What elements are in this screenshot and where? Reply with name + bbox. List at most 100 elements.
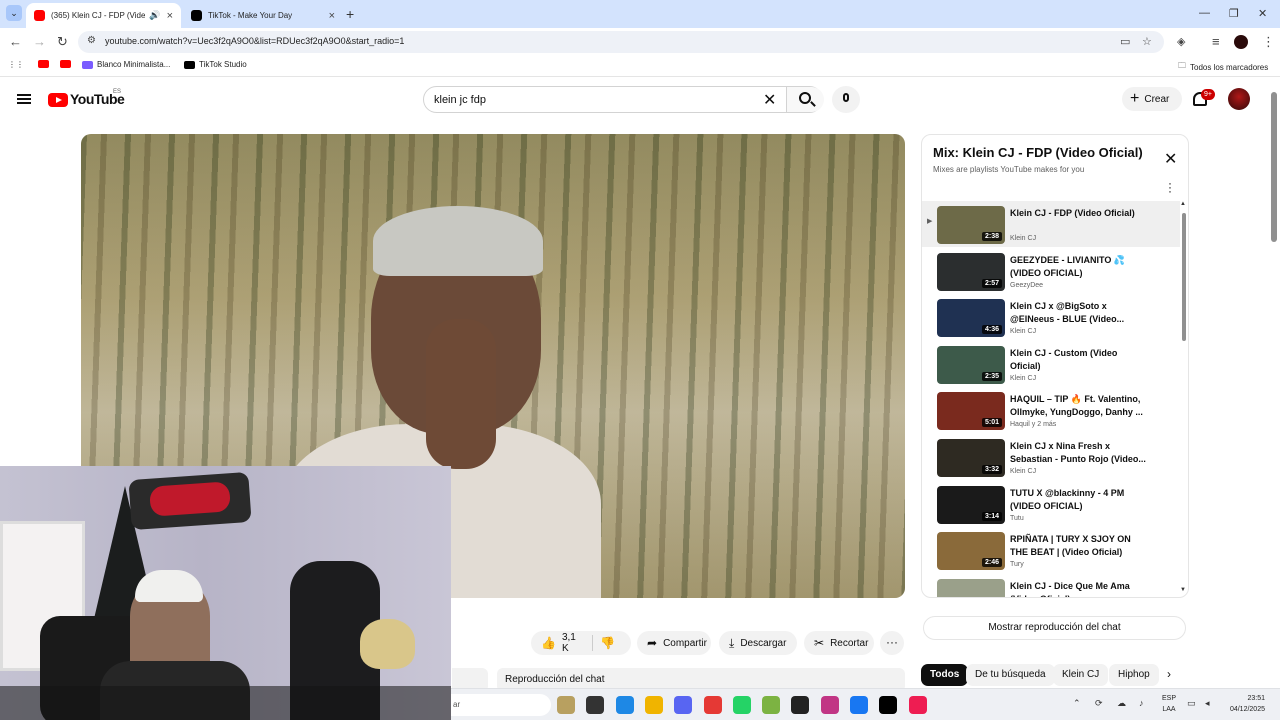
download-button[interactable]: ⤓ Descargar (719, 631, 797, 655)
create-button[interactable]: + Crear (1122, 87, 1182, 111)
taskbar-app-icon[interactable] (674, 696, 693, 714)
playlist-item[interactable]: 2:35 Klein CJ - Custom (Video Oficial) Kle… (922, 341, 1180, 387)
bookmark-tiktok-studio[interactable]: TikTok Studio (184, 60, 247, 69)
tab-youtube[interactable]: (365) Klein CJ - FDP (Video 🔊 × (26, 3, 181, 28)
restore-icon[interactable]: ❐ (1229, 7, 1239, 20)
taskbar-app-icon[interactable] (879, 696, 898, 714)
address-bar[interactable]: ⚙ youtube.com/watch?v=Uec3f2qA9O0&list=R… (78, 31, 1185, 53)
taskbar-app-icon[interactable] (791, 696, 810, 714)
playlist-thumbnail[interactable] (937, 578, 1005, 597)
playlist-video-title[interactable]: Klein CJ - FDP (Video Oficial) (1010, 207, 1150, 220)
youtube-logo-icon[interactable] (48, 93, 68, 107)
tab-tiktok[interactable]: TikTok - Make Your Day × (183, 3, 343, 28)
taskbar-app-icon[interactable] (762, 696, 781, 714)
chips-next-icon[interactable]: › (1167, 667, 1171, 681)
playlist-item[interactable]: 3:32 Klein CJ x Nina Fresh x Sebastian - … (922, 434, 1180, 480)
taskbar-app-icon[interactable] (732, 696, 751, 714)
voice-search-button[interactable] (832, 86, 860, 113)
chip-all[interactable]: Todos (921, 664, 969, 686)
chip-hiphop[interactable]: Hiphop (1109, 664, 1159, 686)
playlist-scrollbar[interactable] (1182, 213, 1186, 341)
cast-icon[interactable]: ▭ (1120, 35, 1130, 48)
search-input[interactable] (434, 92, 754, 108)
playlist-video-title[interactable]: HAQUIL – TIP 🔥 Ft. Valentino, Ollmyke, Y… (1010, 393, 1150, 419)
more-actions-button[interactable]: ··· (880, 631, 904, 655)
playlist-menu-icon[interactable]: · · · (1168, 177, 1172, 197)
bookmark-youtube-2[interactable] (60, 60, 75, 68)
taskbar-app-icon[interactable] (615, 696, 634, 714)
playlist-item[interactable]: 2:46 RPIÑATA | TURY X SJOY ON THE BEAT | … (922, 527, 1180, 573)
playlist-item[interactable]: 5:01 HAQUIL – TIP 🔥 Ft. Valentino, Ollmyk… (922, 387, 1180, 433)
apps-icon[interactable]: ⋮⋮ (8, 60, 24, 69)
taskbar-app-icon[interactable] (703, 696, 722, 714)
all-bookmarks[interactable]: 🗀 Todos los marcadores (1178, 60, 1268, 74)
tray-network-icon[interactable]: ▭ (1187, 698, 1196, 709)
taskbar-app-icon[interactable] (557, 696, 575, 714)
chip-klein-cj[interactable]: Klein CJ (1053, 664, 1109, 686)
playlist-thumbnail[interactable]: 3:14 (937, 485, 1005, 524)
language-indicator[interactable]: ESP LAA (1159, 693, 1179, 715)
reload-icon[interactable]: ↻ (57, 34, 68, 50)
show-chat-replay-button[interactable]: Mostrar reproducción del chat (923, 616, 1186, 640)
playlist-item[interactable]: Klein CJ - Dice Que Me Ama (Video Oficia… (922, 574, 1180, 597)
bookmark-blanco[interactable]: Blanco Minimalista... (82, 60, 170, 69)
playlist-video-title[interactable]: TUTU X @blackinny - 4 PM (VIDEO OFICIAL) (1010, 487, 1150, 513)
playlist-video-title[interactable]: Klein CJ - Custom (Video Oficial) (1010, 347, 1150, 373)
playlist-thumbnail[interactable]: 2:57 (937, 252, 1005, 291)
playlist-thumbnail[interactable]: 2:38 (937, 206, 1005, 244)
taskbar-app-icon[interactable] (908, 696, 927, 714)
extensions-icon[interactable]: ◈ (1177, 35, 1185, 48)
playlist-thumbnail[interactable]: 2:35 (937, 345, 1005, 384)
tray-mic-icon[interactable]: ♪ (1139, 698, 1144, 708)
minimize-icon[interactable]: — (1199, 7, 1210, 19)
menu-icon[interactable] (17, 94, 31, 104)
playlist-item[interactable]: 2:57 GEEZYDEE - LIVIANITO 💦 (VIDEO OFICIA… (922, 248, 1180, 294)
tray-sync-icon[interactable]: ⟳ (1095, 698, 1103, 709)
playlist-thumbnail[interactable]: 5:01 (937, 392, 1005, 431)
playlist-video-title[interactable]: RPIÑATA | TURY X SJOY ON THE BEAT | (Vid… (1010, 533, 1150, 559)
taskbar-clock[interactable]: 23:51 04/12/2025 (1225, 693, 1265, 715)
taskbar-app-icon[interactable] (820, 696, 839, 714)
search-button[interactable] (786, 87, 824, 112)
playlist-item[interactable]: 3:14 TUTU X @blackinny - 4 PM (VIDEO OFIC… (922, 481, 1180, 527)
playlist-item[interactable]: 4:36 Klein CJ x @BigSoto x @ElNeeus - BLU… (922, 294, 1180, 340)
taskbar-app-icon[interactable] (850, 696, 868, 714)
playlist-video-title[interactable]: GEEZYDEE - LIVIANITO 💦 (VIDEO OFICIAL) (1010, 254, 1150, 280)
playlist-item[interactable]: ▶ 2:38 Klein CJ - FDP (Video Oficial) Klein… (922, 201, 1180, 247)
taskbar-app-icon[interactable] (644, 696, 663, 714)
chip-from-search[interactable]: De tu búsqueda (966, 664, 1055, 686)
tray-cloud-icon[interactable]: ☁ (1117, 698, 1126, 709)
page-scrollbar[interactable] (1271, 92, 1277, 242)
back-icon[interactable]: ← (9, 34, 22, 49)
playlist-video-title[interactable]: Klein CJ - Dice Que Me Ama (Video Oficia… (1010, 580, 1150, 597)
playlist-title[interactable]: Mix: Klein CJ - FDP (Video Oficial) (933, 145, 1143, 160)
playlist-thumbnail[interactable]: 4:36 (937, 299, 1005, 338)
profile-icon[interactable] (1234, 35, 1248, 49)
playlist-video-title[interactable]: Klein CJ x Nina Fresh x Sebastian - Punt… (1010, 440, 1150, 466)
bookmark-youtube-1[interactable] (38, 60, 53, 68)
tab-search-button[interactable]: ⌄ (6, 5, 22, 21)
site-info-icon[interactable]: ⚙ (87, 35, 96, 46)
like-icon[interactable]: 👍 (541, 636, 556, 650)
new-tab-icon[interactable]: + (346, 6, 354, 22)
scroll-up-icon[interactable]: ▲ (1180, 201, 1186, 207)
close-tab-icon[interactable]: × (167, 10, 173, 22)
audio-icon[interactable]: 🔊 (149, 10, 160, 21)
taskbar-app-icon[interactable] (586, 696, 605, 714)
media-icon[interactable]: ≡ (1212, 34, 1220, 49)
chrome-menu-icon[interactable]: ⋮ (1262, 34, 1275, 50)
dislike-icon[interactable]: 👎 (600, 636, 615, 650)
playlist-thumbnail[interactable]: 2:46 (937, 532, 1005, 571)
scroll-down-icon[interactable]: ▼ (1180, 587, 1186, 593)
tray-expand-icon[interactable]: ⌃ (1073, 698, 1081, 709)
clear-search-icon[interactable]: ✕ (763, 90, 776, 110)
like-count[interactable]: 3,1 K (562, 632, 584, 654)
close-window-icon[interactable]: ✕ (1258, 7, 1267, 20)
close-tab-icon[interactable]: × (329, 10, 335, 22)
clip-button[interactable]: ✂ Recortar (804, 631, 874, 655)
share-button[interactable]: ➦ Compartir (637, 631, 711, 655)
taskbar-search[interactable]: ar (451, 694, 551, 716)
bookmark-star-icon[interactable]: ☆ (1142, 35, 1152, 48)
forward-icon[interactable]: → (33, 34, 46, 49)
playlist-video-title[interactable]: Klein CJ x @BigSoto x @ElNeeus - BLUE (V… (1010, 300, 1150, 326)
